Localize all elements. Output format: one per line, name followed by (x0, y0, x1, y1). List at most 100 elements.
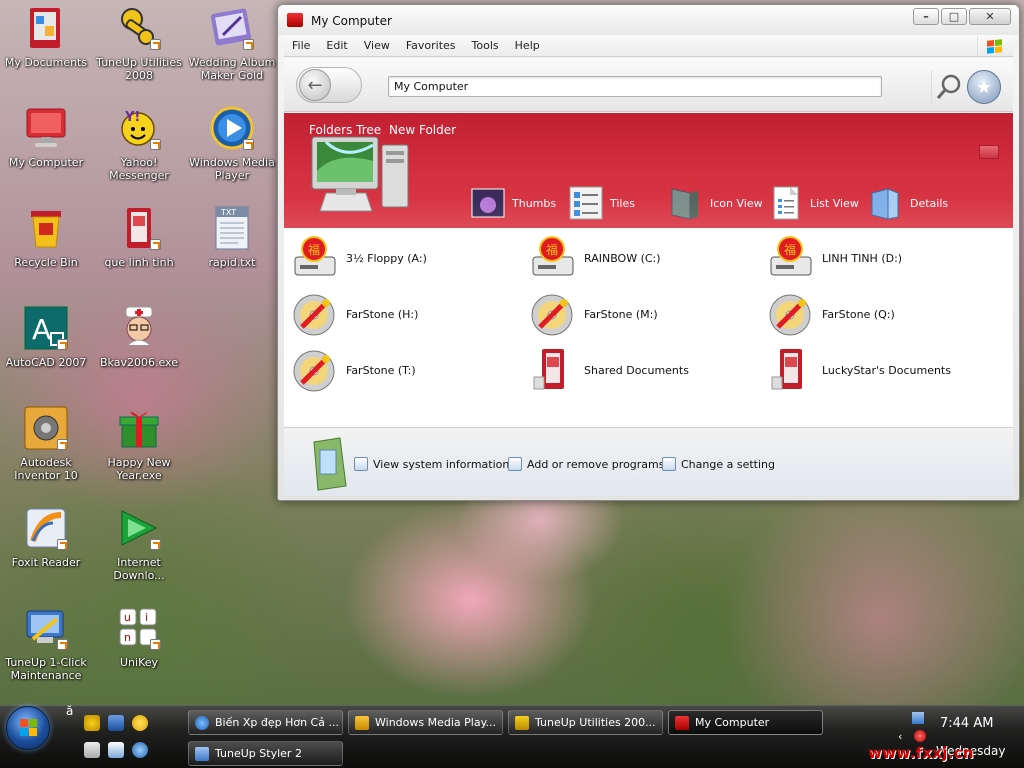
thumbs-label: Thumbs (512, 196, 557, 210)
quicklaunch-unikey-icon[interactable] (84, 742, 100, 758)
windows-logo-icon (977, 36, 1011, 56)
desktop-icon-autodesk-inventor[interactable]: Autodesk Inventor 10 (0, 402, 92, 498)
tray-expand-icon[interactable]: ‹ (898, 730, 902, 743)
desktop-icon-recycle-bin[interactable]: Recycle Bin (0, 202, 92, 298)
hard-drive-icon: 福 (770, 236, 812, 276)
taskbar-button-bien-xp[interactable]: Biến Xp đẹp Hơn Cả ... (188, 710, 343, 735)
unikey-icon: u i n (115, 604, 163, 652)
programs-icon (508, 457, 522, 471)
computer-icon (306, 131, 416, 227)
folder-item-luckystar-documents[interactable]: LuckyStar's Documents (768, 346, 998, 394)
network-icon[interactable] (912, 712, 924, 724)
cd-drive-icon (531, 294, 573, 336)
svg-text:A: A (32, 313, 51, 346)
close-button[interactable]: ✕ (969, 8, 1011, 25)
svg-text:TXT: TXT (220, 208, 236, 217)
system-info-icon (354, 457, 368, 471)
minimize-icon: – (923, 10, 929, 23)
details-label: Details (910, 196, 949, 210)
folder-icon (313, 437, 347, 491)
list-view-icon (773, 186, 799, 220)
details-icon (871, 188, 899, 220)
desktop-icon-wedding-album[interactable]: Wedding Album Maker Gold (186, 2, 278, 98)
maximize-icon: □ (948, 10, 960, 23)
svg-text:n: n (124, 631, 131, 644)
windows-logo-icon (20, 719, 37, 736)
view-icon-view-button[interactable]: Icon View (668, 185, 763, 221)
styler-icon (195, 746, 209, 761)
menu-edit[interactable]: Edit (318, 35, 355, 57)
quicklaunch-desktop-icon[interactable] (108, 715, 124, 731)
yahoo-messenger-icon: Y! (115, 104, 163, 152)
address-input[interactable] (388, 76, 882, 97)
desktop-icon-tuneup-1-click[interactable]: TuneUp 1-Click Maintenance (0, 602, 92, 698)
desktop-icon-my-computer[interactable]: My Computer (0, 102, 92, 198)
favorites-button[interactable]: ★ (967, 70, 1001, 104)
language-indicator[interactable]: ă (66, 704, 73, 718)
folder-icon (771, 349, 802, 390)
view-list-view-button[interactable]: List View (768, 185, 859, 221)
folder-item-shared-documents[interactable]: Shared Documents (530, 346, 760, 394)
title-bar[interactable]: My Computer – □ ✕ (278, 5, 1019, 35)
quicklaunch-media-player-icon[interactable] (132, 742, 148, 758)
tiles-label: Tiles (610, 196, 635, 210)
view-tiles-button[interactable]: Tiles (568, 185, 635, 221)
drive-item-floppy-a[interactable]: 福 3½ Floppy (A:) (292, 234, 522, 282)
drive-item-linh-tinh-d[interactable]: 福 LINH TINH (D:) (768, 234, 998, 282)
desktop-icon-yahoo-messenger[interactable]: Y! Yahoo! Messenger (93, 102, 185, 198)
my-computer-window[interactable]: My Computer – □ ✕ File Edit View Favorit… (277, 4, 1020, 501)
back-button[interactable]: ← (296, 67, 362, 103)
start-button[interactable] (6, 706, 50, 750)
desktop-icon-que-linh-tinh[interactable]: que linh tinh (93, 202, 185, 298)
quicklaunch-foxit-icon[interactable] (108, 742, 124, 758)
maximize-button[interactable]: □ (941, 8, 967, 25)
doctor-icon (115, 304, 163, 352)
menu-view[interactable]: View (356, 35, 398, 57)
desktop-icon-internet-download[interactable]: Internet Downlo... (93, 502, 185, 598)
search-button[interactable] (931, 70, 965, 104)
menu-file[interactable]: File (284, 35, 318, 57)
taskbar-button-media-player[interactable]: Windows Media Play... (348, 710, 503, 735)
desktop-icon-my-documents[interactable]: My Documents (0, 2, 92, 98)
list-view-label: List View (810, 196, 859, 210)
minimize-button[interactable]: – (913, 8, 939, 25)
drive-item-farstone-t[interactable]: FarStone (T:) (292, 346, 522, 394)
clock[interactable]: 7:44 AM (940, 716, 993, 731)
drive-item-farstone-q[interactable]: FarStone (Q:) (768, 290, 998, 338)
svg-text:Y!: Y! (124, 110, 140, 125)
menu-favorites[interactable]: Favorites (398, 35, 464, 57)
view-thumbs-button[interactable]: Thumbs (470, 185, 556, 221)
drive-item-rainbow-c[interactable]: 福 RAINBOW (C:) (530, 234, 760, 282)
icon-view-icon (671, 188, 698, 220)
svg-text:u: u (124, 611, 131, 624)
desktop-icon-foxit-reader[interactable]: Foxit Reader (0, 502, 92, 598)
menu-tools[interactable]: Tools (464, 35, 507, 57)
drive-item-farstone-m[interactable]: FarStone (M:) (530, 290, 760, 338)
taskbar-button-tuneup-utilities[interactable]: TuneUp Utilities 200... (508, 710, 663, 735)
gift-icon (115, 404, 163, 452)
desktop-icon-happy-new-year[interactable]: Happy New Year.exe (93, 402, 185, 498)
change-setting-link[interactable]: Change a setting (662, 457, 775, 471)
menu-help[interactable]: Help (507, 35, 548, 57)
control-panel-icon (662, 457, 676, 471)
desktop-icon-windows-media-player[interactable]: Windows Media Player (186, 102, 278, 198)
banner-collapse-button[interactable] (979, 145, 999, 159)
quicklaunch-smiley-icon[interactable] (132, 715, 148, 731)
desktop-icon-rapid-txt[interactable]: TXT rapid.txt (186, 202, 278, 298)
quicklaunch-messenger-icon[interactable] (84, 715, 100, 731)
desktop-icon-autocad[interactable]: A AutoCAD 2007 (0, 302, 92, 398)
desktop-icon-tuneup-utilities[interactable]: TuneUp Utilities 2008 (93, 2, 185, 98)
desktop-icon-unikey[interactable]: uin UniKey (93, 602, 185, 698)
taskbar-button-my-computer[interactable]: My Computer (668, 710, 823, 735)
view-details-button[interactable]: Details (868, 185, 948, 221)
desktop-icon-bkav[interactable]: Bkav2006.exe (93, 302, 185, 398)
view-system-info-link[interactable]: View system information (354, 457, 509, 471)
search-icon (936, 74, 960, 99)
taskbar-button-tuneup-styler[interactable]: TuneUp Styler 2 (188, 741, 343, 766)
drive-item-farstone-h[interactable]: FarStone (H:) (292, 290, 522, 338)
icon-view-label: Icon View (710, 196, 763, 210)
shield-icon[interactable] (914, 730, 926, 742)
svg-text:i: i (145, 611, 148, 624)
add-remove-programs-link[interactable]: Add or remove programs (508, 457, 665, 471)
window-title: My Computer (311, 14, 392, 28)
